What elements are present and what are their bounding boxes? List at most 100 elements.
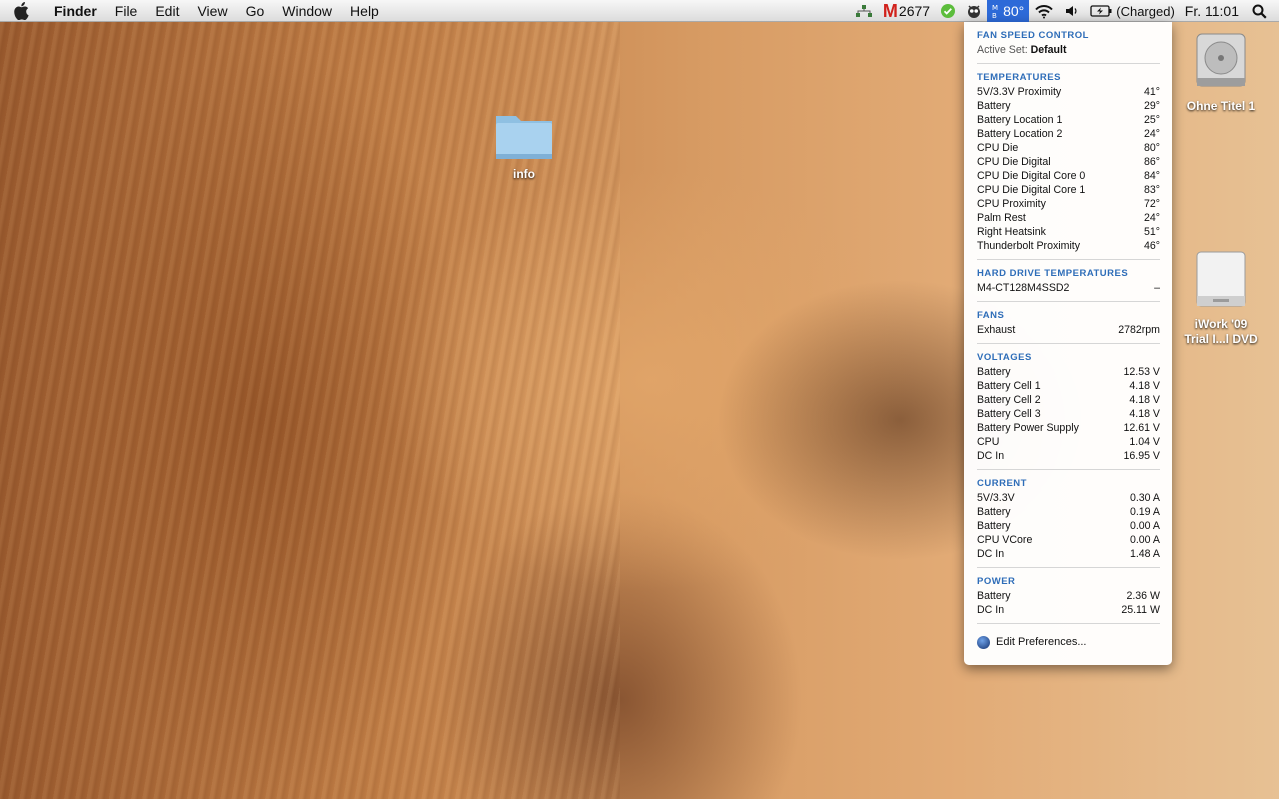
temperatures-row[interactable]: Palm Rest 24° <box>977 211 1160 225</box>
power-row[interactable]: DC In 25.11 W <box>977 603 1160 617</box>
separator <box>977 623 1160 624</box>
svg-text:M: M <box>992 4 998 12</box>
current-title: CURRENT <box>977 478 1027 489</box>
voltages-row[interactable]: CPU 1.04 V <box>977 435 1160 449</box>
fans-row[interactable]: Exhaust 2782rpm <box>977 323 1160 337</box>
sensor-value: 16.95 V <box>1123 450 1160 462</box>
fan-control-status[interactable]: M B 80° <box>987 0 1030 22</box>
desktop-dvd[interactable]: iWork '09 Trial I...l DVD <box>1176 248 1266 347</box>
voltages-row[interactable]: Battery Cell 3 4.18 V <box>977 407 1160 421</box>
sensor-label: CPU <box>977 436 1000 448</box>
sensor-label: Battery Power Supply <box>977 422 1079 434</box>
voltages-row[interactable]: DC In 16.95 V <box>977 449 1160 463</box>
sensor-label: Exhaust <box>977 324 1016 336</box>
current-section: CURRENT 5V/3.3V 0.30 A Battery 0.19 A Batter… <box>964 475 1172 568</box>
separator <box>977 259 1160 260</box>
temperatures-row[interactable]: Thunderbolt Proximity 46° <box>977 239 1160 253</box>
temperatures-row[interactable]: Battery 29° <box>977 99 1160 113</box>
sensor-label: Battery <box>977 590 1011 602</box>
menu-go[interactable]: Go <box>237 0 274 22</box>
sync-check-icon[interactable] <box>935 0 961 22</box>
menu-finder[interactable]: Finder <box>42 0 106 22</box>
desktop: Finder File Edit View Go Window Help M 2… <box>0 0 1279 799</box>
battery-status[interactable]: (Charged) <box>1085 0 1180 22</box>
menu-edit[interactable]: Edit <box>146 0 188 22</box>
sensor-label: Battery Cell 1 <box>977 380 1041 392</box>
sensor-value: 25.11 W <box>1121 604 1160 616</box>
sensor-label: Battery Location 1 <box>977 114 1063 126</box>
sensor-label: 5V/3.3V Proximity <box>977 86 1062 98</box>
menu-help[interactable]: Help <box>341 0 388 22</box>
separator <box>977 469 1160 470</box>
voltages-row[interactable]: Battery 12.53 V <box>977 365 1160 379</box>
temperatures-row[interactable]: Battery Location 2 24° <box>977 127 1160 141</box>
sensor-label: Battery <box>977 506 1011 518</box>
separator <box>977 63 1160 64</box>
sensor-value: 24° <box>1143 128 1160 140</box>
temperatures-row[interactable]: Right Heatsink 51° <box>977 225 1160 239</box>
voltages-row[interactable]: Battery Cell 1 4.18 V <box>977 379 1160 393</box>
power-row[interactable]: Battery 2.36 W <box>977 589 1160 603</box>
power-title: POWER <box>977 576 1016 587</box>
globe-icon <box>977 635 990 649</box>
desktop-folder-info[interactable]: info <box>487 108 561 182</box>
sensor-label: CPU Die <box>977 142 1019 154</box>
sensor-label: Right Heatsink <box>977 226 1046 238</box>
wifi-icon[interactable] <box>1029 0 1059 22</box>
menu-file[interactable]: File <box>106 0 147 22</box>
sensor-value: 2782rpm <box>1118 324 1160 336</box>
voltages-section: VOLTAGES Battery 12.53 V Battery Cell 1 4.1… <box>964 349 1172 470</box>
apple-logo-icon[interactable] <box>0 0 42 22</box>
sensor-value: 12.53 V <box>1123 366 1160 378</box>
temperatures-row[interactable]: CPU Die Digital 86° <box>977 155 1160 169</box>
network-activity-icon[interactable] <box>850 0 878 22</box>
sensor-label: CPU Die Digital Core 0 <box>977 170 1086 182</box>
battery-icon <box>1090 5 1112 17</box>
temperatures-row[interactable]: CPU Die Digital Core 1 83° <box>977 183 1160 197</box>
temperatures-row[interactable]: CPU Die 80° <box>977 141 1160 155</box>
menu-bar: Finder File Edit View Go Window Help M 2… <box>0 0 1279 22</box>
sensor-value: 29° <box>1143 100 1160 112</box>
dvd-label-line1: iWork '09 <box>1194 317 1248 331</box>
temperatures-row[interactable]: CPU Die Digital Core 0 84° <box>977 169 1160 183</box>
current-row[interactable]: 5V/3.3V 0.30 A <box>977 491 1160 505</box>
temperatures-row[interactable]: CPU Proximity 72° <box>977 197 1160 211</box>
sensor-label: 5V/3.3V <box>977 492 1015 504</box>
hdd-row[interactable]: M4-CT128M4SSD2 – <box>977 281 1160 295</box>
separator <box>977 567 1160 568</box>
sensor-label: DC In <box>977 450 1005 462</box>
fans-section: FANS Exhaust 2782rpm <box>964 307 1172 344</box>
temperatures-row[interactable]: Battery Location 1 25° <box>977 113 1160 127</box>
fan-control-icon: M B <box>992 3 1000 20</box>
sensor-value: 4.18 V <box>1129 408 1160 420</box>
active-set[interactable]: Active Set: Default <box>977 43 1160 57</box>
power-section: POWER Battery 2.36 W DC In 25.11 W <box>964 573 1172 624</box>
current-row[interactable]: CPU VCore 0.00 A <box>977 533 1160 547</box>
dvd-drive-icon <box>1196 251 1246 307</box>
sensor-label: DC In <box>977 548 1005 560</box>
current-row[interactable]: DC In 1.48 A <box>977 547 1160 561</box>
edit-preferences-item[interactable]: Edit Preferences... <box>964 632 1172 652</box>
menu-window[interactable]: Window <box>273 0 341 22</box>
spotlight-icon[interactable] <box>1244 0 1279 22</box>
owl-monitor-icon[interactable] <box>961 0 987 22</box>
desktop-hard-drive[interactable]: Ohne Titel 1 <box>1179 28 1263 114</box>
sensor-value: 4.18 V <box>1129 394 1160 406</box>
volume-icon[interactable] <box>1059 0 1085 22</box>
sensor-label: Palm Rest <box>977 212 1026 224</box>
edit-preferences-label: Edit Preferences... <box>996 636 1087 648</box>
folder-icon <box>496 116 552 159</box>
svg-text:B: B <box>992 12 997 19</box>
menu-view[interactable]: View <box>188 0 236 22</box>
sensor-value: 86° <box>1143 156 1160 168</box>
sensor-value: 0.00 A <box>1129 520 1160 532</box>
temperatures-row[interactable]: 5V/3.3V Proximity 41° <box>977 85 1160 99</box>
sensor-value: 46° <box>1143 240 1160 252</box>
voltages-title: VOLTAGES <box>977 352 1032 363</box>
current-row[interactable]: Battery 0.00 A <box>977 519 1160 533</box>
current-row[interactable]: Battery 0.19 A <box>977 505 1160 519</box>
voltages-row[interactable]: Battery Power Supply 12.61 V <box>977 421 1160 435</box>
clock[interactable]: Fr. 11:01 <box>1180 0 1244 22</box>
voltages-row[interactable]: Battery Cell 2 4.18 V <box>977 393 1160 407</box>
gmail-notifier[interactable]: M 2677 <box>878 0 935 22</box>
